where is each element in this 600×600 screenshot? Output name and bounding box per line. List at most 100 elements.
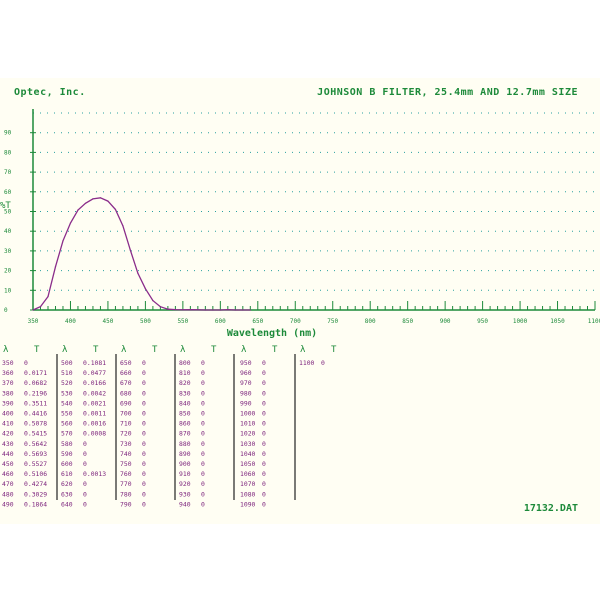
y-tick-label-30: 30 [4, 248, 12, 255]
table-cell-transmission: 0.5106 [24, 470, 47, 478]
table-cell-transmission: 0.0682 [24, 379, 47, 387]
data-point-620 [234, 309, 236, 311]
table-cell-wavelength: 720 [120, 430, 132, 438]
table-cell-wavelength: 650 [120, 359, 132, 367]
table-col-head-t-3: T [211, 345, 217, 355]
table-cell-transmission: 0.1081 [83, 359, 106, 367]
table-cell-wavelength: 350 [2, 359, 14, 367]
table-cell-wavelength: 540 [61, 399, 73, 407]
table-cell-wavelength: 520 [61, 379, 73, 387]
table-cell-wavelength: 1100 [299, 359, 315, 367]
x-tick-label-1050: 1050 [550, 318, 565, 325]
table-cell-wavelength: 1010 [240, 420, 256, 428]
data-point-580 [204, 309, 206, 311]
x-tick-label-850: 850 [402, 318, 413, 325]
table-cell-wavelength: 1060 [240, 470, 256, 478]
table-cell-wavelength: 570 [61, 430, 73, 438]
data-point-630 [242, 309, 244, 311]
table-cell-wavelength: 360 [2, 369, 14, 377]
table-cell-transmission: 0 [83, 450, 87, 458]
table-cell-wavelength: 490 [2, 500, 14, 508]
table-cell-wavelength: 1030 [240, 440, 256, 448]
table-cell-wavelength: 510 [61, 369, 73, 377]
table-cell-wavelength: 750 [120, 460, 132, 468]
table-cell-transmission: 0 [142, 470, 146, 478]
table-cell-wavelength: 990 [240, 399, 252, 407]
data-point-540 [174, 308, 176, 311]
table-cell-transmission: 0 [142, 359, 146, 367]
table-cell-wavelength: 690 [120, 399, 132, 407]
table-cell-wavelength: 600 [61, 460, 73, 468]
table-cell-transmission: 0 [262, 369, 266, 377]
x-tick-label-800: 800 [365, 318, 376, 325]
data-point-500 [144, 288, 146, 290]
table-cell-transmission: 0 [142, 480, 146, 488]
table-cell-transmission: 0.3029 [24, 490, 47, 498]
table-cell-wavelength: 950 [240, 359, 252, 367]
table-cell-wavelength: 1080 [240, 490, 256, 498]
data-point-430 [92, 198, 94, 200]
x-tick-label-950: 950 [477, 318, 488, 325]
table-cell-wavelength: 920 [179, 480, 191, 488]
table-cell-transmission: 0 [262, 490, 266, 498]
table-cell-wavelength: 810 [179, 369, 191, 377]
table-cell-transmission: 0 [142, 410, 146, 418]
x-axis-label: Wavelength (nm) [227, 328, 317, 339]
table-cell-transmission: 0 [142, 490, 146, 498]
table-cell-transmission: 0.0008 [83, 430, 106, 438]
table-cell-transmission: 0 [262, 460, 266, 468]
table-cell-wavelength: 460 [2, 470, 14, 478]
table-cell-transmission: 0 [262, 480, 266, 488]
table-cell-wavelength: 1070 [240, 480, 256, 488]
table-col-head-t-5: T [331, 345, 337, 355]
table-col-head-lambda-4: λ [241, 345, 247, 355]
data-point-570 [197, 309, 199, 311]
data-point-380 [54, 266, 57, 268]
table-cell-wavelength: 840 [179, 399, 191, 407]
table-col-head-t-0: T [34, 345, 40, 355]
x-tick-label-650: 650 [252, 318, 263, 325]
data-point-440 [99, 197, 102, 199]
table-cell-transmission: 0.5527 [24, 460, 47, 468]
table-cell-wavelength: 710 [120, 420, 132, 428]
table-cell-wavelength: 860 [179, 420, 191, 428]
table-cell-wavelength: 830 [179, 389, 191, 397]
table-cell-transmission: 0.5415 [24, 430, 47, 438]
data-point-420 [84, 202, 87, 204]
table-cell-transmission: 0 [262, 420, 266, 428]
table-cell-wavelength: 790 [120, 500, 132, 508]
table-cell-wavelength: 900 [179, 460, 191, 468]
table-cell-transmission: 0 [262, 440, 266, 448]
data-point-350 [32, 309, 34, 311]
data-point-640 [249, 309, 251, 311]
table-cell-transmission: 0.5693 [24, 450, 47, 458]
transmission-curve [32, 197, 251, 311]
table-cell-wavelength: 800 [179, 359, 191, 367]
table-cell-transmission: 0 [24, 359, 28, 367]
table-cell-transmission: 0.0477 [83, 369, 106, 377]
table-cell-transmission: 0 [142, 420, 146, 428]
table-col-head-t-1: T [93, 345, 99, 355]
table-col-head-t-4: T [272, 345, 278, 355]
data-point-490 [137, 272, 139, 274]
data-point-470 [122, 225, 124, 227]
table-cell-transmission: 0 [262, 500, 266, 508]
data-point-520 [159, 306, 161, 308]
table-cell-transmission: 0 [262, 399, 266, 407]
table-cell-wavelength: 420 [2, 430, 14, 438]
table-cell-transmission: 0 [142, 440, 146, 448]
table-cell-wavelength: 980 [240, 389, 252, 397]
transmission-chart: 0102030405060708090%T350 400 450 500 550 600 6… [0, 109, 600, 508]
x-tick-label-500: 500 [140, 318, 151, 325]
data-point-610 [227, 309, 229, 311]
table-cell-wavelength: 380 [2, 389, 14, 397]
table-cell-transmission: 0 [142, 379, 146, 387]
x-tick-label-700: 700 [290, 318, 301, 325]
data-point-370 [47, 295, 49, 298]
table-cell-wavelength: 1000 [240, 410, 256, 418]
table-cell-transmission: 0 [201, 420, 205, 428]
table-cell-transmission: 0 [83, 460, 87, 468]
table-cell-transmission: 0.3511 [24, 399, 47, 407]
table-cell-wavelength: 550 [61, 410, 73, 418]
table-cell-wavelength: 670 [120, 379, 132, 387]
